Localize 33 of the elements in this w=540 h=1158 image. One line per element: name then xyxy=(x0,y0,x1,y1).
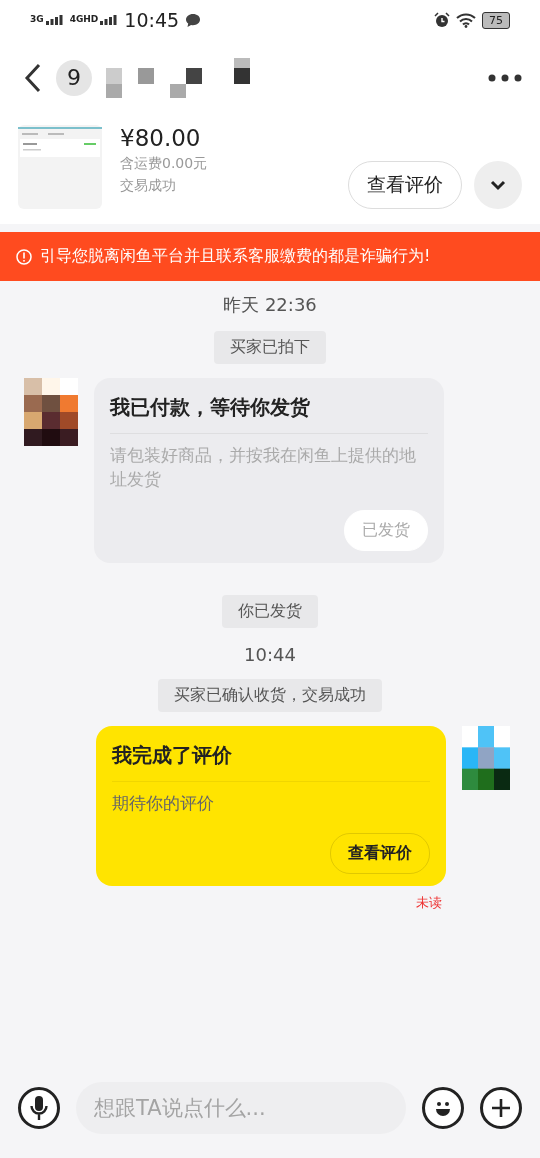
microphone-icon xyxy=(29,1095,49,1121)
battery-icon: 75 xyxy=(482,11,510,29)
emoji-button[interactable] xyxy=(422,1087,464,1129)
card-button[interactable]: 查看评价 xyxy=(330,833,430,875)
card-text: 请包装好商品，并按我在闲鱼上提供的地址发货 xyxy=(110,444,417,491)
card-title: 我已付款，等待你发货 xyxy=(110,392,428,434)
add-button[interactable] xyxy=(480,1087,522,1129)
shipping-fee: 含运费0.00元 xyxy=(120,155,209,173)
clock-time: 10:45 xyxy=(124,9,180,31)
chat-bubble-icon xyxy=(185,12,202,28)
unread-label: 未读 xyxy=(416,894,442,913)
system-message: 买家已确认收货，交易成功 xyxy=(158,678,382,712)
price: ¥80.00 xyxy=(120,125,202,151)
message-input[interactable]: 想跟TA说点什么... xyxy=(76,1082,406,1134)
back-icon[interactable] xyxy=(24,62,42,93)
order-status: 交易成功 xyxy=(120,177,177,195)
caret-icon xyxy=(489,179,507,191)
timestamp: 10:44 xyxy=(244,643,296,665)
microphone-button[interactable] xyxy=(18,1087,60,1129)
warning-icon xyxy=(16,248,32,265)
plus-icon xyxy=(490,1097,512,1119)
view-review-button[interactable]: 查看评价 xyxy=(348,161,462,209)
system-message: 买家已拍下 xyxy=(214,331,326,364)
card-text: 期待你的评价 xyxy=(112,791,215,815)
card-title: 我完成了评价 xyxy=(112,739,430,782)
timestamp: 昨天 22:36 xyxy=(223,293,317,317)
wifi-icon xyxy=(456,12,476,28)
expand-button[interactable] xyxy=(474,161,522,209)
system-message: 你已发货 xyxy=(222,594,318,628)
more-icon[interactable] xyxy=(488,73,522,82)
alarm-icon xyxy=(434,12,450,28)
warning-text: 引导您脱离闲鱼平台并且联系客服缴费的都是诈骗行为! xyxy=(40,246,431,267)
unread-count-badge: 9 xyxy=(56,59,92,96)
